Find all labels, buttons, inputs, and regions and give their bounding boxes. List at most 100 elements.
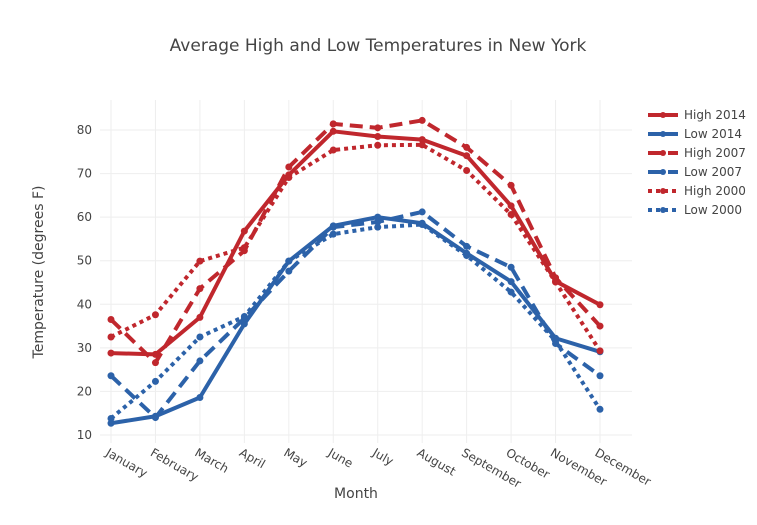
x-tick-label: January — [103, 445, 150, 480]
legend: High 2014 Low 2014 High 2007 Low 2007 High 2… — [648, 108, 746, 217]
series-line — [110, 215, 601, 426]
data-point[interactable] — [507, 202, 515, 210]
data-point[interactable] — [285, 257, 293, 265]
data-point[interactable] — [596, 347, 604, 355]
data-point[interactable] — [196, 313, 204, 321]
x-tick-labels: JanuaryFebruaryMarch April May June July Augu… — [103, 445, 654, 491]
data-point[interactable] — [596, 405, 604, 413]
y-tick-label: 40 — [77, 297, 92, 311]
data-point[interactable] — [285, 267, 293, 275]
data-point[interactable] — [285, 173, 293, 181]
data-point[interactable] — [596, 372, 604, 380]
legend-item-high-2000[interactable]: High 2000 — [648, 184, 746, 198]
y-tick-label: 10 — [77, 428, 92, 442]
x-axis-title: Month — [334, 486, 378, 502]
legend-item-low-2007[interactable]: Low 2007 — [648, 165, 742, 179]
y-axis-title: Temperature (degrees F) — [31, 186, 47, 360]
data-point[interactable] — [507, 278, 515, 286]
legend-label: High 2000 — [684, 184, 746, 198]
data-point[interactable] — [463, 167, 471, 175]
legend-item-low-2000[interactable]: Low 2000 — [648, 203, 742, 217]
data-point[interactable] — [552, 278, 560, 286]
y-tick-label: 20 — [77, 384, 92, 398]
legend-item-high-2014[interactable]: High 2014 — [648, 108, 746, 122]
grid-lines — [100, 100, 632, 443]
legend-label: Low 2007 — [684, 165, 742, 179]
data-point[interactable] — [418, 116, 426, 124]
data-point[interactable] — [329, 230, 337, 238]
data-point[interactable] — [196, 333, 204, 341]
data-point[interactable] — [463, 251, 471, 259]
x-tick-label: July — [369, 445, 396, 468]
data-point[interactable] — [151, 377, 159, 385]
x-tick-label: February — [148, 445, 201, 484]
data-point[interactable] — [329, 120, 337, 128]
legend-item-high-2007[interactable]: High 2007 — [648, 146, 746, 160]
y-tick-label: 60 — [77, 210, 92, 224]
data-point[interactable] — [107, 349, 115, 357]
y-tick-label: 80 — [77, 123, 92, 137]
data-point[interactable] — [196, 257, 204, 265]
legend-label: Low 2000 — [684, 203, 742, 217]
data-point[interactable] — [107, 414, 115, 422]
data-point[interactable] — [151, 311, 159, 319]
data-point[interactable] — [196, 394, 204, 402]
data-point[interactable] — [507, 263, 515, 271]
legend-marker — [660, 188, 666, 194]
series-line — [110, 129, 601, 357]
data-point[interactable] — [374, 124, 382, 132]
data-point[interactable] — [107, 316, 115, 324]
legend-label: Low 2014 — [684, 127, 742, 141]
data-point[interactable] — [151, 414, 159, 422]
legend-marker — [660, 112, 666, 118]
series-line — [109, 222, 602, 420]
data-point[interactable] — [552, 337, 560, 345]
line-chart: Average High and Low Temperatures in New… — [31, 36, 746, 502]
y-tick-label: 30 — [77, 341, 92, 355]
data-point[interactable] — [240, 312, 248, 320]
data-point[interactable] — [374, 223, 382, 231]
data-point[interactable] — [507, 211, 515, 219]
x-tick-label: May — [281, 445, 309, 470]
data-point[interactable] — [418, 141, 426, 149]
x-tick-label: April — [237, 445, 268, 471]
data-point[interactable] — [329, 146, 337, 154]
legend-item-low-2014[interactable]: Low 2014 — [648, 127, 742, 141]
data-point[interactable] — [240, 244, 248, 252]
data-point[interactable] — [329, 223, 337, 231]
data-point[interactable] — [285, 163, 293, 171]
data-point[interactable] — [507, 288, 515, 296]
data-point[interactable] — [463, 152, 471, 160]
series-line — [110, 142, 602, 352]
data-point[interactable] — [374, 133, 382, 141]
data-point[interactable] — [107, 372, 115, 380]
y-tick-label: 70 — [77, 167, 92, 181]
legend-marker — [660, 207, 666, 213]
data-point[interactable] — [463, 143, 471, 151]
series-lines — [107, 116, 604, 427]
legend-marker — [660, 169, 666, 175]
series-line — [109, 209, 602, 420]
data-point[interactable] — [374, 141, 382, 149]
data-point[interactable] — [507, 181, 515, 189]
x-tick-label: June — [325, 445, 356, 471]
x-tick-label: August — [415, 445, 459, 478]
y-tick-label: 50 — [77, 254, 92, 268]
data-point[interactable] — [596, 301, 604, 309]
y-tick-labels: 10 20 30 40 50 60 70 80 — [77, 123, 92, 442]
data-point[interactable] — [418, 221, 426, 229]
data-point[interactable] — [107, 333, 115, 341]
data-point[interactable] — [329, 127, 337, 135]
data-point[interactable] — [240, 227, 248, 235]
data-point[interactable] — [596, 322, 604, 330]
data-point[interactable] — [463, 242, 471, 250]
legend-label: High 2007 — [684, 146, 746, 160]
data-point[interactable] — [418, 208, 426, 216]
legend-marker — [660, 150, 666, 156]
chart-title: Average High and Low Temperatures in New… — [170, 36, 587, 56]
data-point[interactable] — [196, 357, 204, 365]
series-line — [109, 118, 602, 365]
legend-marker — [660, 131, 666, 137]
data-point[interactable] — [151, 359, 159, 367]
data-point[interactable] — [196, 285, 204, 293]
